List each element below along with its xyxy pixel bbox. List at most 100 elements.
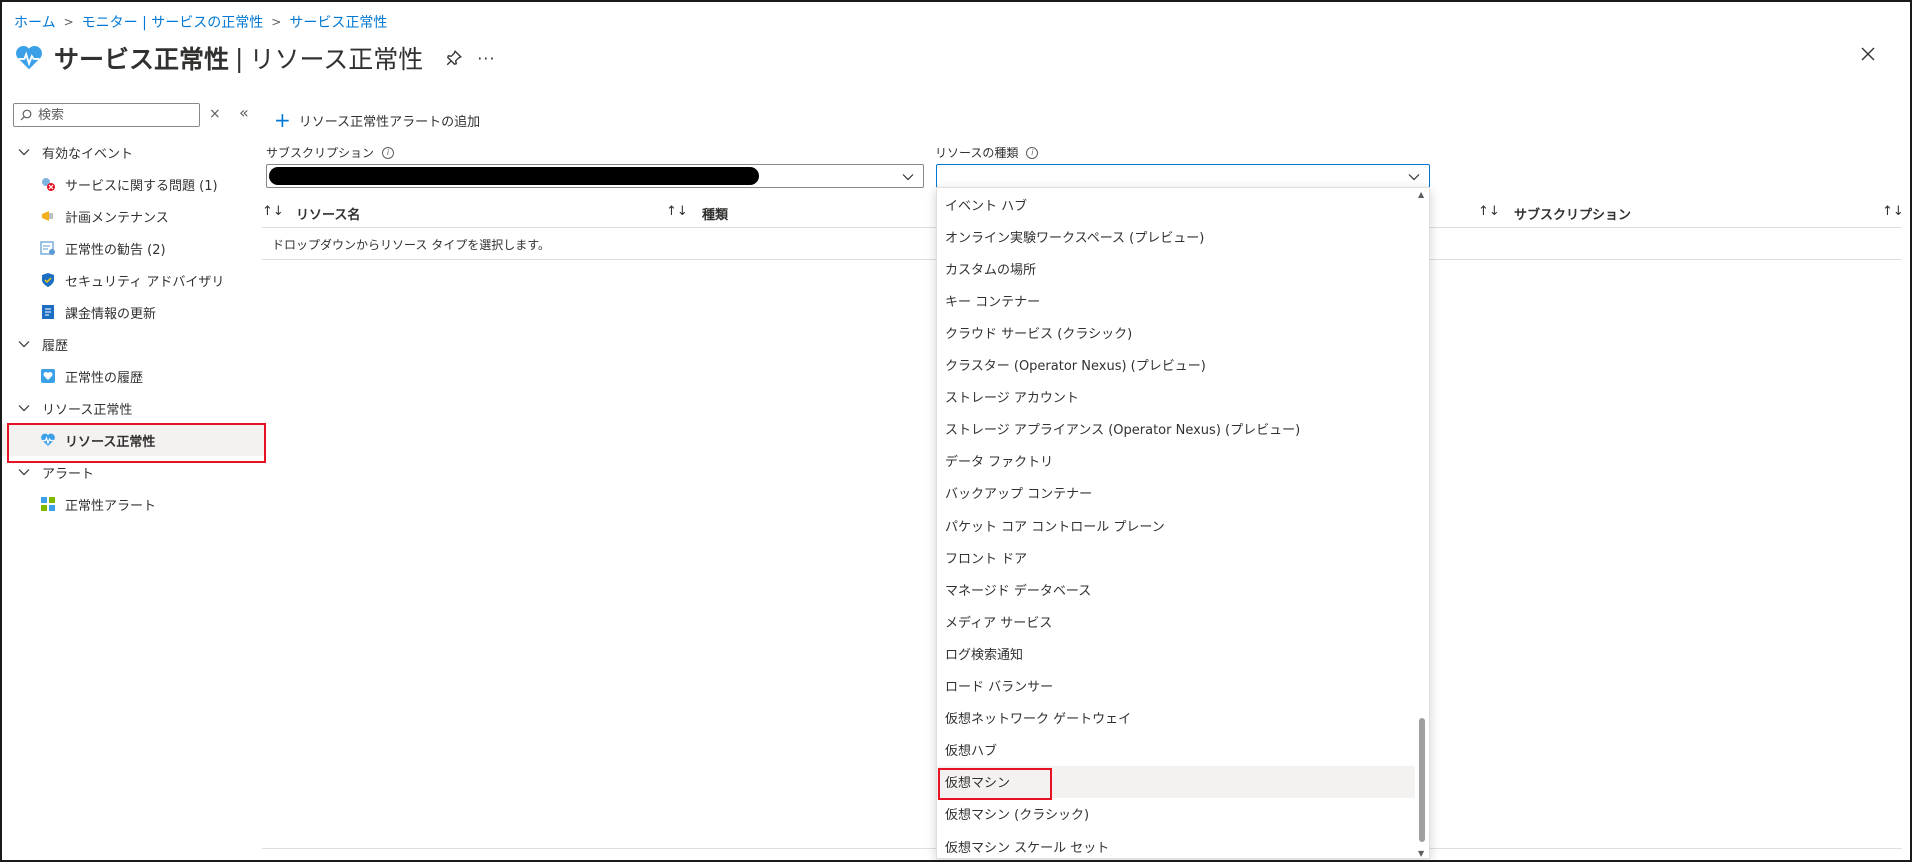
sidebar-item-planned-maintenance[interactable]: 計画メンテナンス — [2, 200, 264, 232]
billing-icon — [40, 304, 56, 320]
nav-group-history[interactable]: 履歴 — [2, 328, 264, 360]
chevron-down-icon — [18, 469, 30, 476]
sidebar-item-label: セキュリティ アドバイザリ — [65, 274, 225, 290]
sidebar-item-label: 正常性アラート — [65, 498, 157, 514]
scroll-thumb[interactable] — [1419, 718, 1425, 842]
clear-search-icon[interactable]: × — [209, 106, 221, 122]
megaphone-icon — [40, 208, 56, 224]
sort-icon[interactable]: ↑↓ — [262, 204, 284, 219]
more-options-icon[interactable]: ··· — [477, 49, 495, 68]
chevron-down-icon — [902, 174, 914, 181]
resource-type-option[interactable]: バックアップ コンテナー — [937, 477, 1415, 509]
add-resource-health-alert-button[interactable]: + リソース正常性アラートの追加 — [274, 110, 480, 130]
column-resource-name[interactable]: リソース名 — [296, 204, 360, 223]
resource-type-label-text: リソースの種類 — [935, 146, 1019, 160]
nav-group-label: 履歴 — [42, 338, 69, 354]
collapse-sidebar-icon[interactable]: « — [239, 103, 249, 122]
health-history-icon — [40, 368, 56, 384]
sidebar-item-label: 正常性の履歴 — [65, 370, 144, 386]
plus-icon: + — [274, 108, 291, 132]
search-input[interactable] — [38, 107, 188, 123]
column-type[interactable]: 種類 — [702, 204, 728, 223]
title-separator: | — [235, 43, 244, 73]
resource-type-option[interactable]: 仮想ネットワーク ゲートウェイ — [937, 702, 1415, 734]
breadcrumb-home[interactable]: ホーム — [14, 12, 56, 32]
sidebar-item-health-alerts[interactable]: 正常性アラート — [2, 488, 264, 520]
subscription-dropdown[interactable] — [266, 164, 924, 188]
resource-type-option[interactable]: 仮想マシン スケール セット — [937, 830, 1415, 858]
sort-icon[interactable]: ↑↓ — [666, 204, 688, 219]
heart-pulse-icon — [16, 45, 42, 70]
resource-type-option[interactable]: マネージド データベース — [937, 573, 1415, 605]
sidebar-item-billing-updates[interactable]: 課金情報の更新 — [2, 296, 264, 328]
sidebar-item-label: 課金情報の更新 — [65, 306, 157, 322]
nav-group-resource-health[interactable]: リソース正常性 — [2, 392, 264, 424]
chevron-right-icon: > — [63, 15, 74, 29]
shield-icon — [40, 272, 56, 288]
resource-type-option[interactable]: 仮想マシン (クラシック) — [937, 798, 1415, 830]
health-alert-icon — [40, 496, 56, 512]
page-subtitle: リソース正常性 — [249, 45, 424, 74]
nav-group-alerts[interactable]: アラート — [2, 456, 264, 488]
resource-type-option[interactable]: メディア サービス — [937, 605, 1415, 637]
chevron-down-icon — [18, 341, 30, 348]
service-issues-icon — [40, 176, 56, 192]
nav-group-label: アラート — [42, 466, 95, 482]
sidebar-item-security-advisories[interactable]: セキュリティ アドバイザリ — [2, 264, 264, 296]
app-window: ホーム > モニター | サービスの正常性 > サービス正常性 サービス正常性 … — [0, 0, 1912, 862]
sort-icon[interactable]: ↑↓ — [1478, 204, 1500, 219]
breadcrumb-service-health[interactable]: サービス正常性 — [289, 12, 387, 32]
resource-type-option[interactable]: クラスター (Operator Nexus) (プレビュー) — [937, 349, 1415, 381]
nav-group-active-events[interactable]: 有効なイベント — [2, 136, 264, 168]
sidebar-item-label: サービスに関する問題 (1) — [65, 178, 218, 194]
info-icon[interactable]: i — [1026, 146, 1039, 159]
nav-group-label: 有効なイベント — [42, 146, 134, 162]
resource-type-option[interactable]: カスタムの場所 — [937, 252, 1415, 284]
advisory-icon — [40, 240, 56, 256]
info-icon[interactable]: i — [382, 146, 395, 159]
sidebar-item-service-issues[interactable]: サービスに関する問題 (1) — [2, 168, 264, 200]
add-alert-label: リソース正常性アラートの追加 — [298, 114, 481, 130]
resource-type-option[interactable]: 仮想マシン — [937, 765, 1415, 800]
resource-type-option[interactable]: 仮想ハブ — [937, 734, 1415, 766]
resource-type-option[interactable]: イベント ハブ — [937, 188, 1415, 220]
sidebar-item-health-advisories[interactable]: 正常性の勧告 (2) — [2, 232, 264, 264]
resource-type-option[interactable]: フロント ドア — [937, 541, 1415, 573]
resource-type-option[interactable]: ログ検索通知 — [937, 637, 1415, 669]
column-subscription[interactable]: サブスクリプション — [1514, 204, 1631, 223]
resource-type-options: イベント ハブ オンライン実験ワークスペース (プレビュー) カスタムの場所 キー コ… — [936, 187, 1430, 859]
chevron-down-icon — [18, 149, 30, 156]
resource-type-option[interactable]: オンライン実験ワークスペース (プレビュー) — [937, 220, 1415, 252]
scroll-up-icon[interactable]: ▲ — [1418, 190, 1424, 199]
resource-type-label: リソースの種類 i — [935, 144, 1039, 161]
resource-type-option[interactable]: ストレージ アプライアンス (Operator Nexus) (プレビュー) — [937, 413, 1415, 445]
resource-type-option[interactable]: データ ファクトリ — [937, 445, 1415, 477]
subscription-label-text: サブスクリプション — [266, 146, 375, 160]
sidebar-item-label: 計画メンテナンス — [65, 210, 169, 226]
breadcrumb-monitor[interactable]: モニター | サービスの正常性 — [82, 12, 264, 32]
sidebar-item-label: 正常性の勧告 (2) — [65, 242, 166, 258]
close-icon[interactable] — [1858, 44, 1878, 64]
scrollbar[interactable]: ▲ ▼ — [1415, 188, 1429, 858]
pin-icon[interactable] — [445, 49, 463, 67]
chevron-right-icon: > — [271, 15, 282, 29]
page-title: サービス正常性 — [54, 45, 230, 74]
search-icon — [20, 109, 32, 121]
heart-pulse-icon — [40, 432, 56, 448]
resource-type-option[interactable]: ロード バランサー — [937, 670, 1415, 702]
page-header: サービス正常性 | リソース正常性 ··· — [14, 38, 495, 78]
sidebar-nav: 有効なイベント サービスに関する問題 (1) 計画メンテナンス 正常性の勧告 (… — [2, 136, 266, 520]
sidebar-item-health-history[interactable]: 正常性の履歴 — [2, 360, 264, 392]
scroll-down-icon[interactable]: ▼ — [1418, 849, 1424, 858]
resource-type-option[interactable]: クラウド サービス (クラシック) — [937, 316, 1415, 348]
sort-icon[interactable]: ↑↓ — [1882, 204, 1904, 219]
resource-type-option[interactable]: パケット コア コントロール プレーン — [937, 509, 1415, 541]
breadcrumb: ホーム > モニター | サービスの正常性 > サービス正常性 — [14, 12, 387, 32]
resource-type-option[interactable]: キー コンテナー — [937, 284, 1415, 316]
resource-type-option[interactable]: ストレージ アカウント — [937, 381, 1415, 413]
sidebar-search[interactable] — [13, 103, 200, 127]
resource-type-dropdown[interactable] — [936, 164, 1430, 188]
chevron-down-icon — [18, 405, 30, 412]
redacted-subscription-value — [269, 167, 759, 185]
sidebar-item-resource-health[interactable]: リソース正常性 — [2, 423, 266, 463]
